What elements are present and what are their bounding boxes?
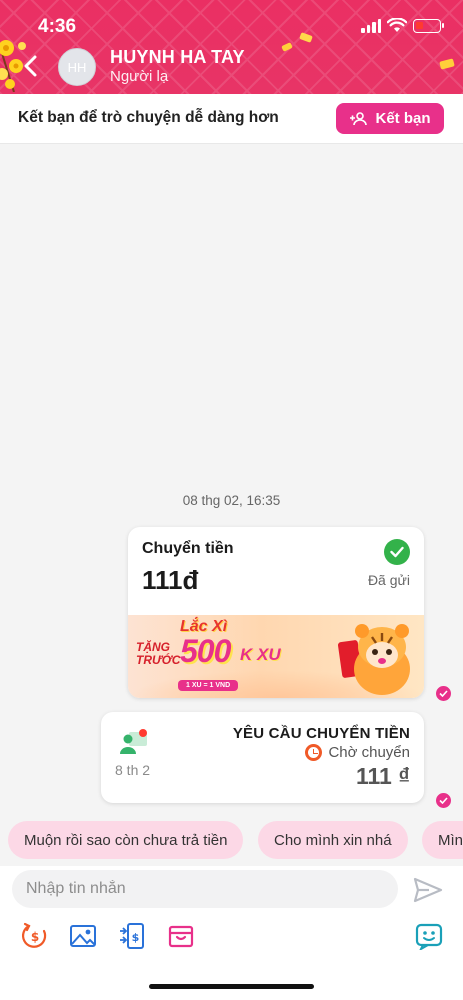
transfer-title: Chuyển tiền <box>142 540 234 557</box>
gift-box-icon[interactable] <box>167 922 195 950</box>
sticker-icon[interactable] <box>415 922 443 950</box>
quick-reply-chip[interactable]: Cho mình xin nhá <box>258 821 408 859</box>
date-separator: 08 thg 02, 16:35 <box>182 493 281 508</box>
money-transfer-card[interactable]: Chuyển tiền 111đ Đã gửi Lắc Xì TẶNG TRƯỚ… <box>128 527 424 698</box>
promo-banner[interactable]: Lắc Xì TẶNG TRƯỚC 500 K XU 1 XU = 1 VND <box>128 615 424 698</box>
contact-name[interactable]: HUYNH HA TAY <box>110 47 245 68</box>
banner-unit: K XU <box>240 645 281 664</box>
svg-text:$: $ <box>132 931 140 944</box>
request-status-label: Chờ chuyển <box>328 744 410 761</box>
clock-icon <box>305 744 323 761</box>
friend-suggestion-text: Kết bạn để trò chuyện dễ dàng hơn <box>18 109 279 126</box>
transfer-status: Đã gửi <box>367 572 410 588</box>
message-input[interactable] <box>12 870 398 908</box>
back-button[interactable] <box>22 55 40 77</box>
quick-reply-chip[interactable]: Muộn rồi sao còn chưa trả tiền <box>8 821 244 859</box>
quick-reply-chip[interactable]: Mìn <box>422 821 463 859</box>
add-friend-button[interactable]: Kết bạn <box>336 103 444 134</box>
svg-text:$: $ <box>31 930 39 944</box>
transfer-amount: 111đ <box>142 565 199 595</box>
home-indicator <box>149 984 314 989</box>
banner-gift-label: TẶNG TRƯỚC <box>136 641 180 667</box>
request-date: 8 th 2 <box>115 762 151 778</box>
money-transfer-icon[interactable]: $ <box>21 922 49 950</box>
send-button[interactable] <box>413 876 443 904</box>
battery-icon <box>413 18 444 33</box>
request-status: Chờ chuyển <box>305 744 410 761</box>
cellular-signal-icon <box>361 18 381 33</box>
request-amount: 111 ₫ <box>355 763 410 789</box>
chat-header: 4:36 HH HUYNH HA TAY Người lạ <box>0 0 463 94</box>
banner-amount: 500 <box>180 633 231 669</box>
transfer-request-card[interactable]: 8 th 2 YÊU CẦU CHUYỂN TIỀN Chờ chuyển 11… <box>101 712 424 803</box>
request-money-icon <box>120 729 147 754</box>
status-time: 4:36 <box>38 16 77 37</box>
request-title: YÊU CẦU CHUYỂN TIỀN <box>232 725 410 742</box>
banner-rate: 1 XU = 1 VND <box>178 680 239 691</box>
add-user-icon <box>350 111 368 125</box>
image-icon[interactable] <box>69 922 97 950</box>
sent-tick-icon <box>436 793 451 808</box>
split-bill-icon[interactable]: $ <box>118 922 146 950</box>
add-friend-label: Kết bạn <box>375 110 431 127</box>
status-icons <box>361 18 444 33</box>
tiger-mascot-icon <box>354 624 410 695</box>
contact-status: Người lạ <box>110 68 169 85</box>
wifi-icon <box>387 18 407 32</box>
sent-tick-icon <box>436 686 451 701</box>
check-icon <box>384 539 410 565</box>
avatar[interactable]: HH <box>58 48 96 86</box>
banner-gift-line2: TRƯỚC <box>136 653 181 667</box>
